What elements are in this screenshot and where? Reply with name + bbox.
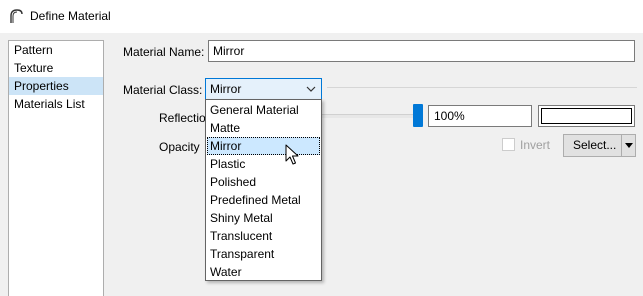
dropdown-option-predefined-metal[interactable]: Predefined Metal: [207, 191, 320, 209]
invert-checkbox[interactable]: [502, 138, 515, 151]
material-class-select[interactable]: Mirror: [205, 78, 322, 100]
chevron-down-icon: [306, 86, 316, 92]
dropdown-option-plastic[interactable]: Plastic: [207, 155, 320, 173]
dropdown-option-general-material[interactable]: General Material: [207, 101, 320, 119]
material-name-label: Material Name:: [123, 45, 205, 59]
reflectivity-label: Reflectio: [159, 111, 206, 125]
sidebar-item-texture[interactable]: Texture: [9, 59, 103, 77]
opacity-label: Opacity: [159, 140, 200, 154]
select-dropdown-button[interactable]: [621, 134, 636, 157]
dropdown-option-shiny-metal[interactable]: Shiny Metal: [207, 209, 320, 227]
window-title: Define Material: [30, 9, 111, 23]
sidebar-item-properties[interactable]: Properties: [9, 77, 103, 95]
group-divider: [327, 87, 637, 88]
sidebar-item-materials-list[interactable]: Materials List: [9, 95, 103, 113]
dropdown-option-transparent[interactable]: Transparent: [207, 245, 320, 263]
reflectivity-input[interactable]: 100%: [428, 105, 532, 127]
dropdown-option-translucent[interactable]: Translucent: [207, 227, 320, 245]
material-class-value: Mirror: [210, 82, 242, 96]
dropdown-option-mirror[interactable]: Mirror: [207, 137, 320, 155]
dropdown-option-water[interactable]: Water: [207, 263, 320, 281]
material-class-label: Material Class:: [123, 83, 203, 97]
dropdown-option-matte[interactable]: Matte: [207, 119, 320, 137]
title-bar: Define Material: [0, 0, 643, 33]
dropdown-option-polished[interactable]: Polished: [207, 173, 320, 191]
reflectivity-slider-track[interactable]: [322, 114, 418, 118]
triangle-down-icon: [625, 143, 633, 148]
material-class-dropdown: General Material Matte Mirror Plastic Po…: [205, 99, 322, 281]
mouse-pointer-icon: [285, 144, 299, 165]
reflectivity-slider-thumb[interactable]: [413, 104, 423, 127]
select-button[interactable]: Select...: [563, 134, 622, 157]
color-swatch[interactable]: [538, 105, 635, 127]
sidebar-item-pattern[interactable]: Pattern: [9, 41, 103, 59]
sidebar: Pattern Texture Properties Materials Lis…: [8, 40, 104, 296]
material-name-input[interactable]: Mirror: [208, 40, 635, 62]
invert-label: Invert: [520, 138, 551, 152]
arch-icon: [10, 9, 23, 23]
